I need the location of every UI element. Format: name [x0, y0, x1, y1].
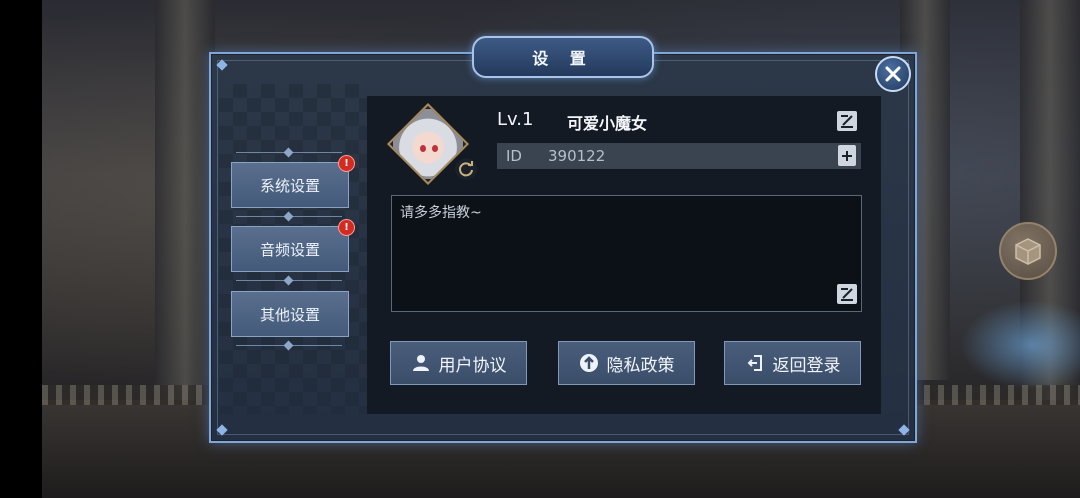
sidebar-item-label: 其他设置: [259, 305, 320, 324]
player-nickname: 可爱小魔女: [567, 114, 648, 133]
player-id-field: ID 390122: [497, 143, 861, 169]
sidebar-item-label: 音频设置: [259, 240, 320, 259]
avatar[interactable]: [386, 102, 470, 186]
user-icon: [411, 353, 431, 373]
sidebar-divider: [236, 278, 342, 284]
id-label: ID: [506, 147, 522, 165]
sidebar-item-other-settings[interactable]: 其他设置: [231, 291, 349, 337]
user-agreement-label: 用户协议: [438, 355, 507, 376]
privacy-policy-label: 隐私政策: [606, 355, 675, 376]
edit-signature-button[interactable]: [837, 284, 857, 304]
sidebar-divider: [236, 150, 342, 156]
dialog-title-plate: 设 置: [472, 36, 654, 78]
copy-id-button[interactable]: [838, 145, 856, 166]
shield-icon: [579, 353, 599, 373]
alert-badge: !: [338, 155, 355, 172]
sidebar-divider: [236, 214, 342, 220]
close-icon: [885, 66, 901, 82]
id-value: 390122: [548, 147, 606, 165]
back-to-login-button[interactable]: 返回登录: [724, 341, 861, 385]
back-to-login-label: 返回登录: [772, 355, 841, 376]
player-level: Lv.1: [497, 109, 534, 130]
cube-button[interactable]: [999, 222, 1057, 280]
signature-text: 请多多指教~: [400, 205, 482, 221]
corner-ornament: [215, 58, 229, 72]
close-button[interactable]: [875, 56, 911, 92]
cube-icon: [1015, 238, 1041, 265]
copy-icon: [842, 150, 852, 161]
edit-icon: [841, 288, 853, 301]
change-avatar-button[interactable]: [455, 158, 477, 180]
user-agreement-button[interactable]: 用户协议: [390, 341, 527, 385]
privacy-policy-button[interactable]: 隐私政策: [558, 341, 695, 385]
corner-ornament: [215, 423, 229, 437]
dialog-title: 设 置: [532, 49, 594, 68]
sidebar-item-audio-settings[interactable]: 音频设置 !: [231, 219, 355, 272]
refresh-icon: [459, 161, 473, 177]
sidebar-divider: [236, 343, 342, 349]
corner-ornament: [897, 423, 911, 437]
sidebar-item-system-settings[interactable]: 系统设置 !: [231, 155, 355, 208]
logout-icon: [745, 353, 765, 373]
alert-badge: !: [338, 219, 355, 236]
signature-field[interactable]: 请多多指教~: [391, 195, 862, 312]
edit-nickname-button[interactable]: [837, 111, 857, 131]
edit-icon: [841, 115, 853, 128]
sidebar-item-label: 系统设置: [259, 176, 320, 195]
